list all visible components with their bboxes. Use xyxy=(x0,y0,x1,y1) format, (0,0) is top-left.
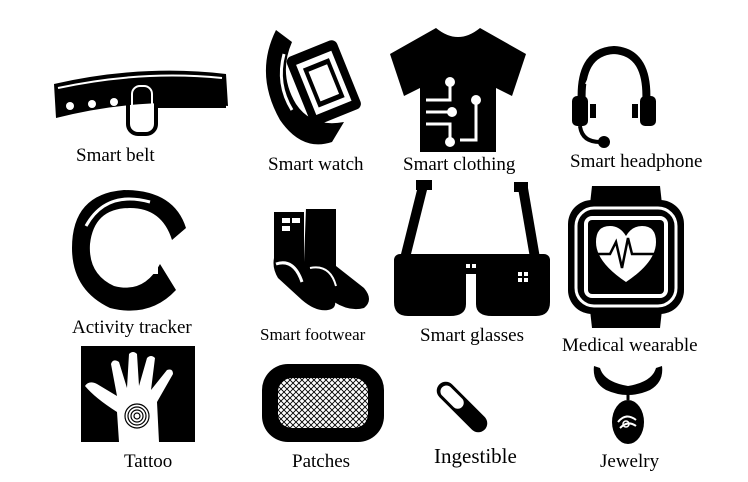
smart-glasses-label: Smart glasses xyxy=(420,325,524,346)
medical-wearable-label: Medical wearable xyxy=(562,335,698,356)
ingestible-label: Ingestible xyxy=(434,444,517,468)
belt-icon xyxy=(54,70,228,136)
tattoo-label: Tattoo xyxy=(124,451,173,472)
jewelry-label: Jewelry xyxy=(600,451,660,472)
bracelet-icon xyxy=(72,190,186,311)
socks-icon xyxy=(273,207,369,311)
smart-clothing-label: Smart clothing xyxy=(403,154,516,175)
watch-icon xyxy=(265,30,361,145)
smart-headphone-label: Smart headphone xyxy=(570,151,703,172)
smart-watch-label: Smart watch xyxy=(268,154,364,175)
patch-icon xyxy=(262,364,384,442)
tshirt-icon xyxy=(390,28,526,152)
wearables-diagram: Smart belt Smart watch Smart clothing Sm… xyxy=(0,0,748,482)
pill-icon xyxy=(436,381,488,433)
heart-monitor-icon xyxy=(568,186,684,328)
smart-belt-label: Smart belt xyxy=(76,145,155,166)
glasses-icon xyxy=(394,180,550,316)
hand-tattoo-icon xyxy=(81,346,195,442)
activity-tracker-label: Activity tracker xyxy=(72,317,192,338)
smart-footwear-label: Smart footwear xyxy=(260,325,366,344)
patches-label: Patches xyxy=(292,451,351,472)
headset-icon xyxy=(572,45,656,148)
necklace-icon xyxy=(593,366,663,444)
